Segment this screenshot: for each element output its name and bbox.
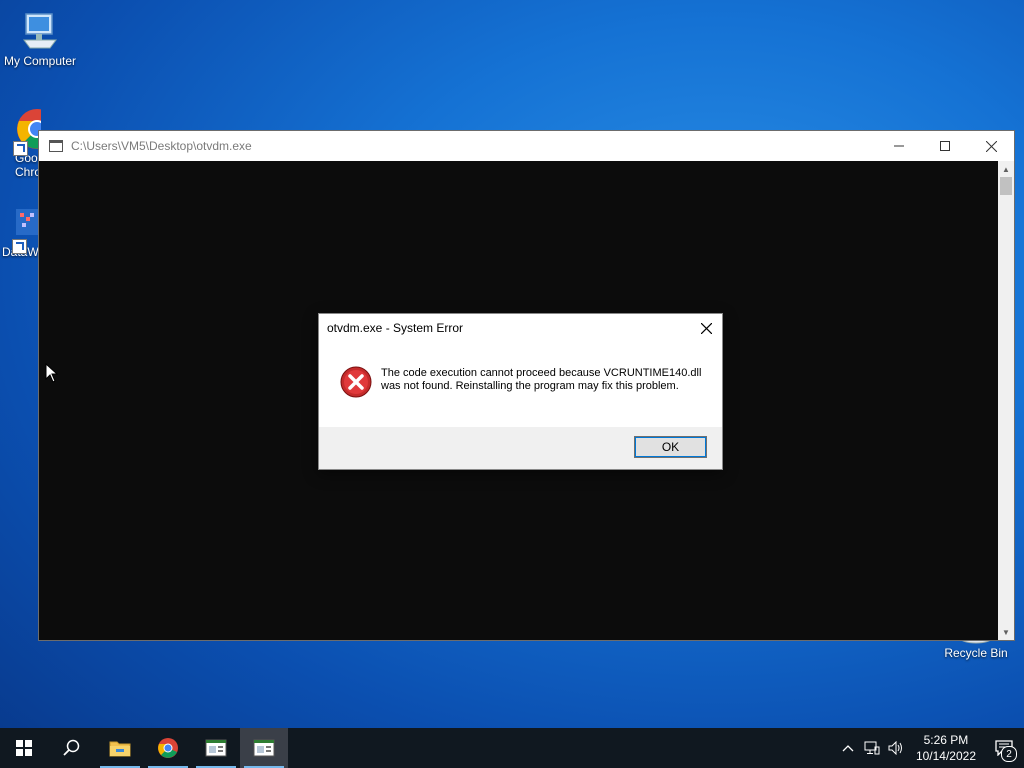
maximize-button[interactable] <box>922 131 968 161</box>
desktop-icon-dataw[interactable]: DataW <box>0 205 40 259</box>
network-icon <box>864 741 880 755</box>
start-button[interactable] <box>0 728 48 768</box>
console-titlebar[interactable]: C:\Users\VM5\Desktop\otvdm.exe <box>39 131 1014 161</box>
system-error-dialog[interactable]: otvdm.exe - System Error The code execut… <box>318 313 723 470</box>
my-computer-label: My Computer <box>3 54 77 68</box>
mouse-cursor-icon <box>45 363 59 383</box>
volume-button[interactable] <box>884 728 908 768</box>
desktop-icon-my-computer[interactable]: My Computer <box>0 10 80 68</box>
my-computer-icon <box>23 13 57 49</box>
volume-icon <box>888 741 902 755</box>
search-button[interactable] <box>48 728 96 768</box>
search-icon <box>63 739 80 756</box>
dialog-close-button[interactable] <box>696 318 716 338</box>
app-window-icon <box>205 739 227 757</box>
taskbar: 5:26 PM 10/14/2022 2 <box>0 728 1024 768</box>
ok-button[interactable]: OK <box>634 436 707 458</box>
taskbar-app-window-active[interactable] <box>240 728 288 768</box>
scroll-up-icon[interactable]: ▲ <box>998 161 1014 177</box>
taskbar-file-explorer[interactable] <box>96 728 144 768</box>
clock-date: 10/14/2022 <box>915 749 976 763</box>
taskbar-clock[interactable]: 5:26 PM 10/14/2022 <box>908 732 984 764</box>
minimize-icon <box>894 145 904 147</box>
close-icon <box>985 140 997 152</box>
desktop-icon-chrome[interactable]: Goo Chro <box>0 107 41 179</box>
system-tray: 5:26 PM 10/14/2022 2 <box>836 728 1024 768</box>
app-window-icon <box>253 739 275 757</box>
network-button[interactable] <box>860 728 884 768</box>
chrome-icon <box>158 738 178 758</box>
scrollbar-thumb[interactable] <box>1000 177 1012 195</box>
console-vertical-scrollbar[interactable]: ▲ ▼ <box>998 161 1014 640</box>
notification-count-badge: 2 <box>1001 746 1017 762</box>
console-title: C:\Users\VM5\Desktop\otvdm.exe <box>71 139 252 153</box>
show-hidden-icons-button[interactable] <box>836 728 860 768</box>
close-icon <box>700 322 712 334</box>
shortcut-arrow-icon <box>12 239 27 254</box>
chevron-up-icon <box>842 745 854 752</box>
minimize-button[interactable] <box>876 131 922 161</box>
action-center-button[interactable]: 2 <box>984 728 1024 768</box>
dialog-title: otvdm.exe - System Error <box>327 321 464 335</box>
error-icon <box>340 366 372 398</box>
close-button[interactable] <box>968 131 1014 161</box>
taskbar-chrome[interactable] <box>144 728 192 768</box>
file-explorer-icon <box>109 741 131 757</box>
taskbar-app-window[interactable] <box>192 728 240 768</box>
console-app-icon <box>49 140 63 152</box>
dialog-footer: OK <box>319 427 722 469</box>
scroll-down-icon[interactable]: ▼ <box>998 624 1014 640</box>
clock-time: 5:26 PM <box>923 733 969 747</box>
shortcut-arrow-icon <box>13 141 28 156</box>
maximize-icon <box>940 141 950 151</box>
windows-start-icon <box>16 740 32 756</box>
error-message: The code execution cannot proceed becaus… <box>381 367 702 392</box>
recycle-bin-label: Recycle Bin <box>944 646 1008 660</box>
